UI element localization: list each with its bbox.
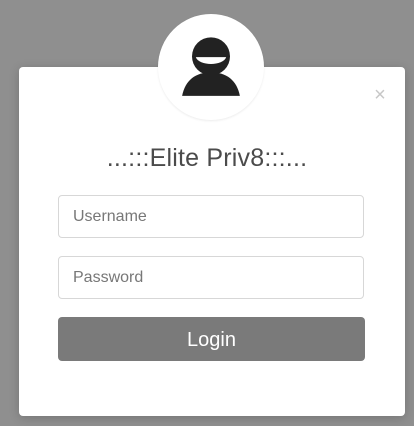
password-input[interactable]: [58, 256, 364, 299]
avatar: [158, 14, 264, 120]
login-button[interactable]: Login: [58, 317, 365, 361]
smiling-user-icon: [182, 37, 240, 96]
close-button[interactable]: ×: [364, 79, 396, 111]
login-title: ...:::Elite Priv8:::...: [106, 144, 308, 172]
username-input[interactable]: [58, 195, 364, 238]
